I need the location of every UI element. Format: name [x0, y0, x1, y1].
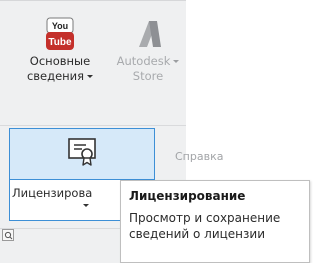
tooltip-description-line2: сведений о лицензии: [129, 227, 265, 241]
store-label-line2: Store: [132, 69, 164, 83]
autodesk-logo-icon: [128, 14, 168, 54]
basics-button-label: Основные сведения: [26, 54, 94, 84]
basics-label-line1: Основные: [29, 54, 91, 68]
svg-text:You: You: [52, 21, 68, 31]
tooltip-title: Лицензирование: [129, 189, 246, 203]
licensing-button-top[interactable]: [10, 129, 154, 179]
store-label-line1: Autodesk: [116, 54, 171, 68]
licensing-tooltip: Лицензирование Просмотр и сохранение све…: [120, 180, 310, 263]
store-button-label: Autodesk Store: [117, 54, 180, 84]
chevron-down-icon: [87, 75, 94, 78]
basics-label-line2: сведения: [26, 69, 85, 83]
chevron-down-icon: [83, 204, 89, 207]
chevron-down-icon: [173, 60, 180, 63]
tooltip-description: Просмотр и сохранение сведений о лицензи…: [129, 210, 309, 242]
tooltip-description-line1: Просмотр и сохранение: [129, 211, 281, 225]
youtube-icon: You Tube: [40, 14, 80, 54]
svg-text:Tube: Tube: [48, 37, 72, 48]
search-icon[interactable]: [2, 229, 14, 241]
ribbon-top-divider: [0, 0, 186, 1]
autodesk-store-button[interactable]: Autodesk Store: [117, 14, 180, 84]
certificate-icon: [66, 137, 98, 171]
basics-button[interactable]: You Tube Основные сведения: [20, 14, 100, 84]
help-panel-label: Справка: [175, 150, 224, 163]
panel-divider: [0, 125, 186, 126]
